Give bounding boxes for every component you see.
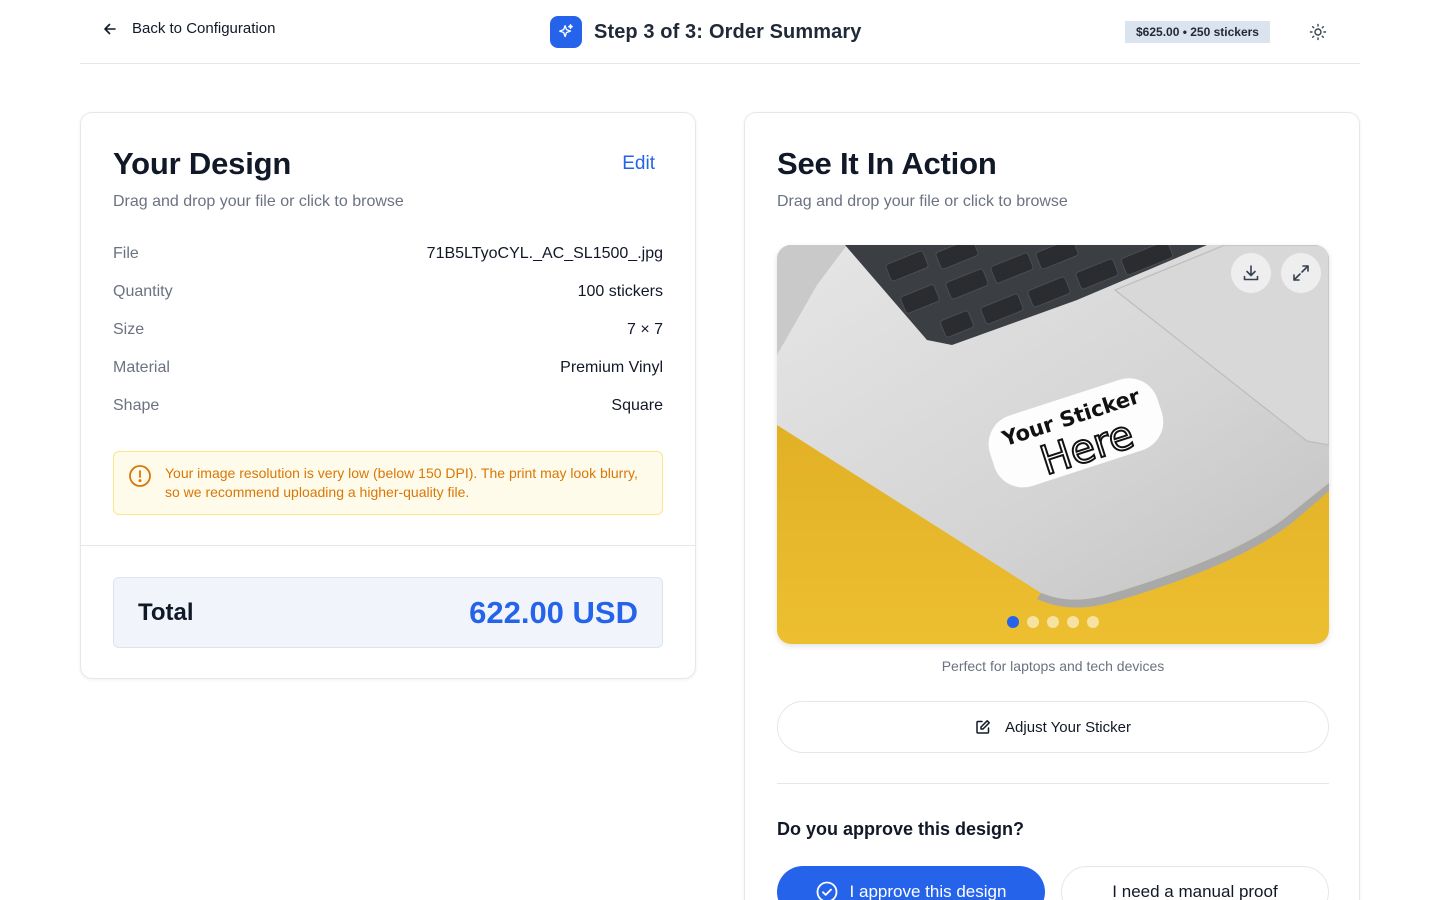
sparkles-logo-icon — [550, 16, 582, 48]
detail-label: Shape — [113, 397, 160, 414]
order-details: File 71B5LTyoCYL._AC_SL1500_.jpg Quantit… — [113, 245, 663, 435]
laptop-mockup-image: Your Sticker Here — [777, 245, 1329, 644]
top-header: Back to Configuration Step 3 of 3: Order … — [80, 0, 1360, 64]
download-button[interactable] — [1231, 253, 1271, 293]
download-icon — [1243, 265, 1259, 281]
preview-caption: Perfect for laptops and tech devices — [941, 658, 1165, 674]
edit-icon — [976, 720, 990, 734]
page-title: Step 3 of 3: Order Summary — [594, 21, 861, 44]
carousel-dot-1[interactable] — [1007, 616, 1019, 628]
arrow-left-icon — [104, 23, 116, 34]
approve-design-button[interactable]: I approve this design — [777, 866, 1045, 900]
detail-row-quantity: Quantity 100 stickers — [113, 283, 663, 321]
detail-value: 7 × 7 — [626, 321, 663, 338]
step-label: Step 3 of 3: — [594, 20, 703, 43]
sun-icon[interactable] — [1309, 23, 1327, 41]
adjust-sticker-button[interactable]: Adjust Your Sticker — [777, 701, 1329, 753]
design-card-title: Your Design — [113, 146, 292, 181]
detail-label: Size — [113, 321, 145, 338]
adjust-sticker-label: Adjust Your Sticker — [1005, 718, 1131, 736]
warning-message: Your image resolution is very low (below… — [165, 465, 638, 500]
carousel-dot-4[interactable] — [1067, 616, 1079, 628]
see-it-in-action-card: See It In Action Drag and drop your file… — [744, 112, 1360, 900]
card-divider — [81, 545, 695, 546]
carousel-dot-5[interactable] — [1087, 616, 1099, 628]
page-title-group: Step 3 of 3: Order Summary — [550, 16, 861, 48]
your-design-card: Your Design Edit Drag and drop your file… — [80, 112, 696, 679]
preview-card-subtitle: Drag and drop your file or click to brow… — [777, 193, 1068, 210]
detail-value: 100 stickers — [577, 283, 663, 300]
detail-label: Quantity — [113, 283, 173, 300]
back-to-configuration-link[interactable]: Back to Configuration — [102, 20, 275, 37]
carousel-dots — [777, 616, 1329, 628]
manual-proof-button[interactable]: I need a manual proof — [1061, 866, 1329, 900]
detail-value: Premium Vinyl — [560, 359, 663, 376]
approval-question: Do you approve this design? — [777, 819, 1025, 839]
total-value: 622.00 USD — [469, 594, 638, 630]
total-label: Total — [138, 598, 194, 626]
fullscreen-button[interactable] — [1281, 253, 1321, 293]
detail-row-size: Size 7 × 7 — [113, 321, 663, 359]
detail-value: Square — [611, 397, 663, 414]
edit-link[interactable]: Edit — [622, 153, 655, 175]
detail-label: File — [113, 245, 139, 262]
manual-proof-label: I need a manual proof — [1112, 882, 1278, 900]
detail-value: 71B5LTyoCYL._AC_SL1500_.jpg — [426, 245, 663, 262]
approve-label: I approve this design — [849, 882, 1007, 900]
alert-circle-icon — [129, 465, 151, 487]
check-circle-icon — [816, 881, 837, 900]
detail-row-shape: Shape Square — [113, 397, 663, 435]
detail-label: Material — [113, 359, 170, 376]
low-resolution-warning: Your image resolution is very low (below… — [113, 451, 663, 515]
mockup-preview-carousel[interactable]: Your Sticker Here — [777, 245, 1329, 644]
design-card-subtitle: Drag and drop your file or click to brow… — [113, 193, 404, 210]
price-badge: $625.00 • 250 stickers — [1125, 21, 1270, 43]
carousel-dot-2[interactable] — [1027, 616, 1039, 628]
total-box: Total 622.00 USD — [113, 577, 663, 648]
back-label: Back to Configuration — [132, 20, 276, 37]
detail-row-material: Material Premium Vinyl — [113, 359, 663, 397]
detail-row-file: File 71B5LTyoCYL._AC_SL1500_.jpg — [113, 245, 663, 283]
expand-icon — [1293, 265, 1309, 281]
preview-card-title: See It In Action — [777, 146, 997, 181]
title-text: Order Summary — [709, 20, 862, 43]
carousel-dot-3[interactable] — [1047, 616, 1059, 628]
section-divider — [777, 783, 1329, 784]
